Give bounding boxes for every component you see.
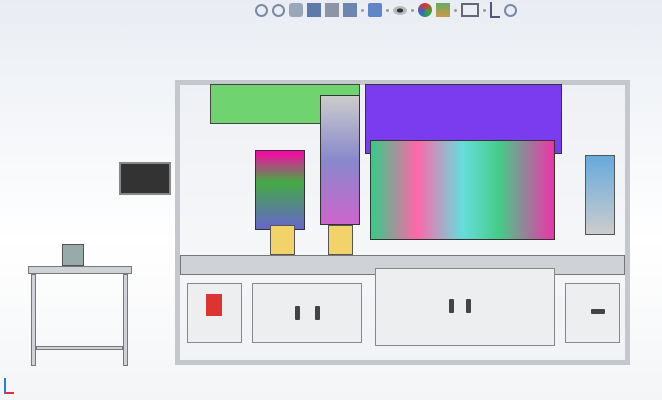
zoom-sheet-icon[interactable] [504, 3, 517, 17]
side-table-top [28, 266, 132, 274]
display-style-icon[interactable] [368, 3, 382, 17]
zoom-area-icon[interactable] [272, 3, 285, 17]
cabinet-left [187, 283, 242, 343]
coordinate-triad-icon [4, 378, 14, 394]
side-table-leg [31, 274, 36, 366]
edit-appearance-icon[interactable] [418, 3, 432, 17]
view-settings-icon[interactable] [461, 3, 479, 17]
yellow-stand [328, 225, 353, 255]
left-mechanism [255, 150, 305, 230]
cabinet-right[interactable] [565, 283, 620, 343]
dynamic-annotation-icon[interactable] [325, 3, 339, 17]
side-table-leg [123, 274, 128, 366]
yellow-stand [270, 225, 295, 255]
right-mechanism [370, 140, 555, 240]
monitor [119, 162, 171, 195]
view-orientation-icon[interactable] [343, 3, 357, 17]
right-station [585, 155, 615, 235]
hide-show-icon[interactable] [393, 5, 407, 15]
red-switch [206, 294, 222, 316]
apply-scene-icon[interactable] [436, 3, 450, 17]
previous-view-icon[interactable] [289, 3, 303, 17]
cabinet-door[interactable] [252, 283, 362, 343]
triad-icon[interactable] [490, 2, 500, 18]
section-view-icon[interactable] [307, 3, 321, 17]
center-mechanism [320, 95, 360, 225]
zoom-to-fit-icon[interactable] [255, 3, 268, 17]
cabinet-door[interactable] [375, 268, 555, 346]
side-table-rail [36, 346, 123, 350]
fixture [62, 244, 84, 266]
heads-up-view-toolbar [255, 2, 517, 18]
